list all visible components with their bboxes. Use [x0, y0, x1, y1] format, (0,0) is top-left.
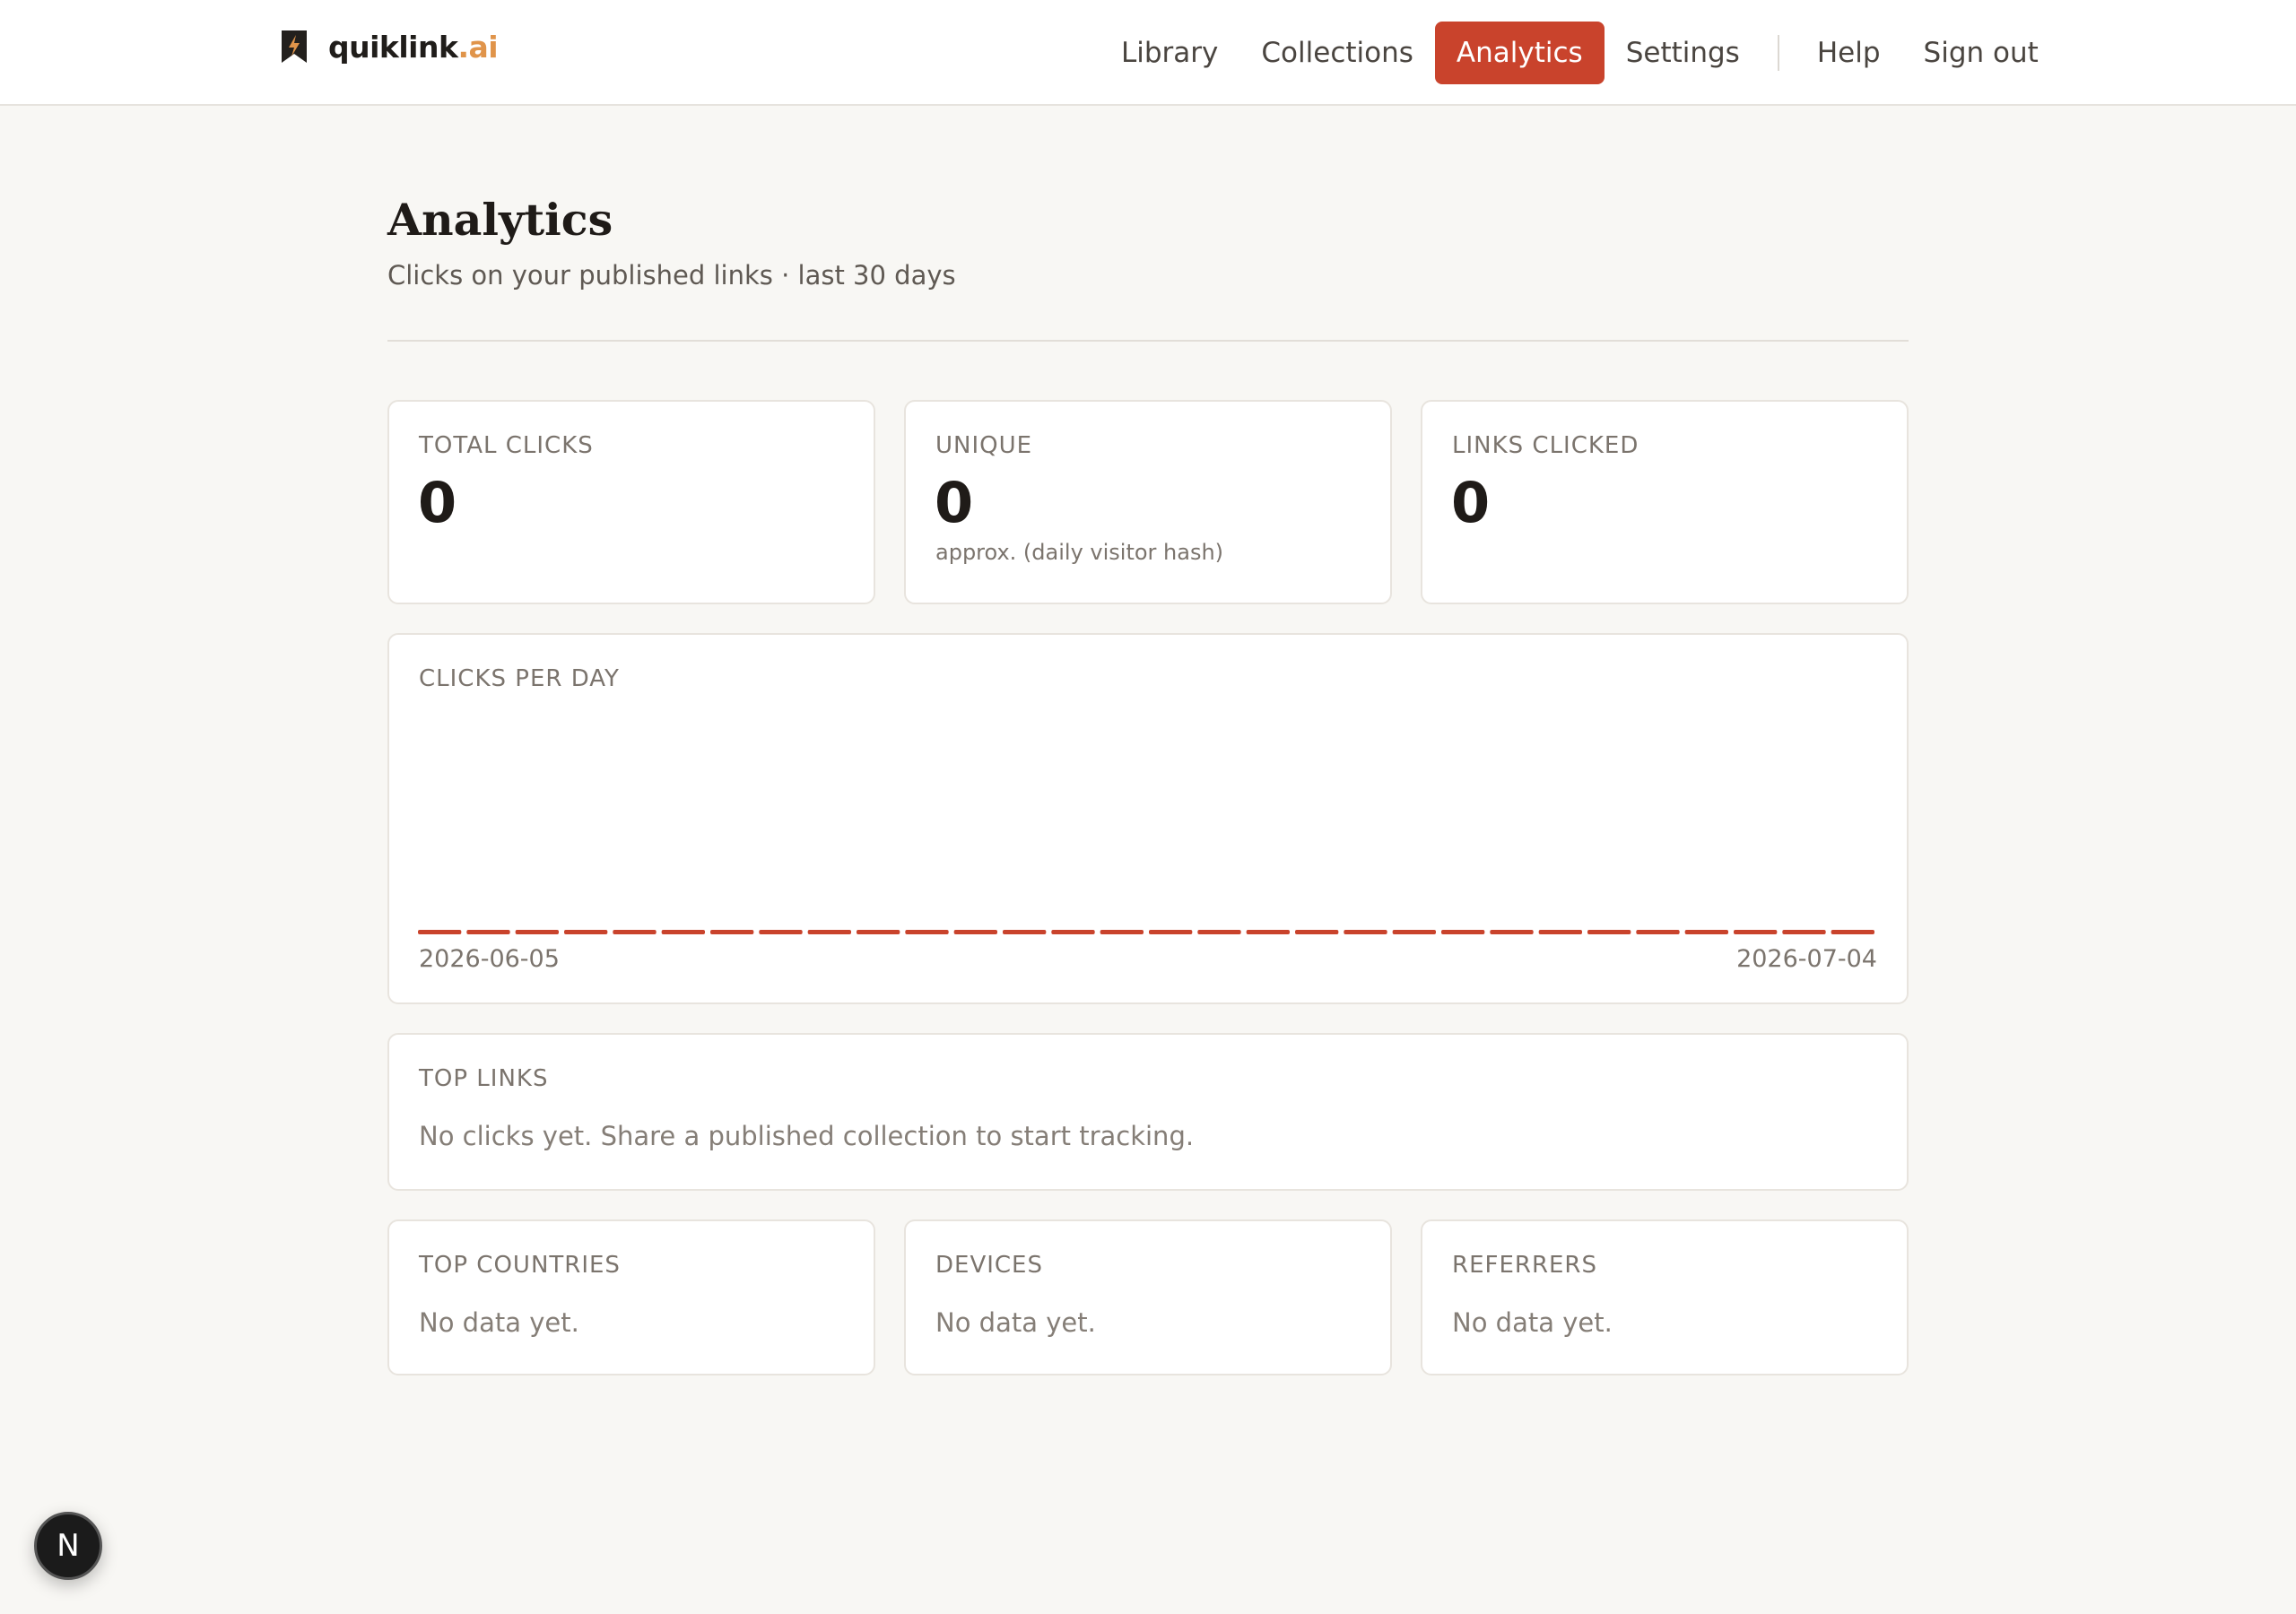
chart-bar: [1538, 930, 1582, 934]
chart-bar: [564, 930, 608, 934]
dev-tools-badge[interactable]: N: [34, 1512, 102, 1580]
nav-collections[interactable]: Collections: [1239, 22, 1435, 84]
chart-bar: [1587, 930, 1631, 934]
unique-label: UNIQUE: [935, 432, 1033, 459]
chart-bar: [613, 930, 657, 934]
nav-settings[interactable]: Settings: [1605, 22, 1761, 84]
unique-note: approx. (daily visitor hash): [935, 540, 1224, 565]
chart-bar: [953, 930, 997, 934]
total-clicks-card: TOTAL CLICKS 0: [387, 400, 875, 604]
chart-bar: [661, 930, 705, 934]
chart-bar: [1149, 930, 1193, 934]
links-clicked-label: LINKS CLICKED: [1452, 432, 1639, 459]
chart-bar: [1100, 930, 1144, 934]
chart-bar: [1051, 930, 1095, 934]
devices-label: DEVICES: [935, 1252, 1043, 1279]
top-links-label: TOP LINKS: [419, 1065, 549, 1092]
top-links-empty-message: No clicks yet. Share a published collect…: [419, 1121, 1195, 1151]
chart-bar: [1392, 930, 1436, 934]
chart-bar: [1344, 930, 1387, 934]
chart-bar: [1490, 930, 1534, 934]
total-clicks-value: 0: [418, 470, 457, 535]
bookmark-bolt-icon: [282, 30, 307, 63]
chart-end-date: 2026-07-04: [1736, 945, 1877, 973]
top-countries-label: TOP COUNTRIES: [419, 1252, 621, 1279]
chart-bar: [857, 930, 900, 934]
brand-name: quiklink.ai: [328, 29, 499, 65]
links-clicked-card: LINKS CLICKED 0: [1421, 400, 1909, 604]
top-bar: quiklink.ai Library Collections Analytic…: [0, 0, 2296, 106]
unique-card: UNIQUE 0 approx. (daily visitor hash): [904, 400, 1392, 604]
top-links-card: TOP LINKS No clicks yet. Share a publish…: [387, 1033, 1909, 1191]
devices-empty-message: No data yet.: [935, 1307, 1096, 1338]
unique-value: 0: [935, 470, 974, 535]
page-title: Analytics: [387, 194, 613, 246]
chart-bar: [418, 930, 462, 934]
nav-divider: [1777, 35, 1779, 71]
page-subtitle: Clicks on your published links · last 30…: [387, 260, 956, 291]
referrers-empty-message: No data yet.: [1452, 1307, 1613, 1338]
chart-bar: [1003, 930, 1047, 934]
chart-bar: [515, 930, 559, 934]
chart-bar: [1197, 930, 1241, 934]
referrers-card: REFERRERS No data yet.: [1421, 1219, 1909, 1375]
brand-logo[interactable]: quiklink.ai: [280, 27, 499, 66]
chart-start-date: 2026-06-05: [419, 945, 560, 973]
chart-bar: [466, 930, 510, 934]
referrers-label: REFERRERS: [1452, 1252, 1598, 1279]
chart-bar: [1684, 930, 1728, 934]
chart-bar: [1734, 930, 1778, 934]
chart-bar: [759, 930, 803, 934]
total-clicks-label: TOTAL CLICKS: [419, 432, 594, 459]
page-divider: [387, 340, 1909, 342]
chart-bar: [1636, 930, 1680, 934]
clicks-per-day-card: CLICKS PER DAY 2026-06-05 2026-07-04: [387, 633, 1909, 1004]
chart-bar: [1831, 930, 1874, 934]
chart-bar: [1441, 930, 1485, 934]
chart-bar: [710, 930, 754, 934]
chart-bar: [1246, 930, 1290, 934]
nav-help[interactable]: Help: [1796, 22, 1902, 84]
main-nav: Library Collections Analytics Settings H…: [1100, 22, 2060, 84]
chart-bar: [1295, 930, 1339, 934]
links-clicked-value: 0: [1451, 470, 1491, 535]
chart-bar: [905, 930, 949, 934]
chart-bar: [807, 930, 851, 934]
top-countries-card: TOP COUNTRIES No data yet.: [387, 1219, 875, 1375]
clicks-per-day-chart: [418, 930, 1874, 934]
nav-analytics[interactable]: Analytics: [1434, 22, 1605, 84]
chart-bar: [1782, 930, 1826, 934]
clicks-per-day-label: CLICKS PER DAY: [419, 665, 620, 692]
n-logo-icon: N: [57, 1528, 80, 1564]
nav-sign-out[interactable]: Sign out: [1902, 22, 2060, 84]
nav-library[interactable]: Library: [1100, 22, 1239, 84]
devices-card: DEVICES No data yet.: [904, 1219, 1392, 1375]
top-countries-empty-message: No data yet.: [419, 1307, 579, 1338]
